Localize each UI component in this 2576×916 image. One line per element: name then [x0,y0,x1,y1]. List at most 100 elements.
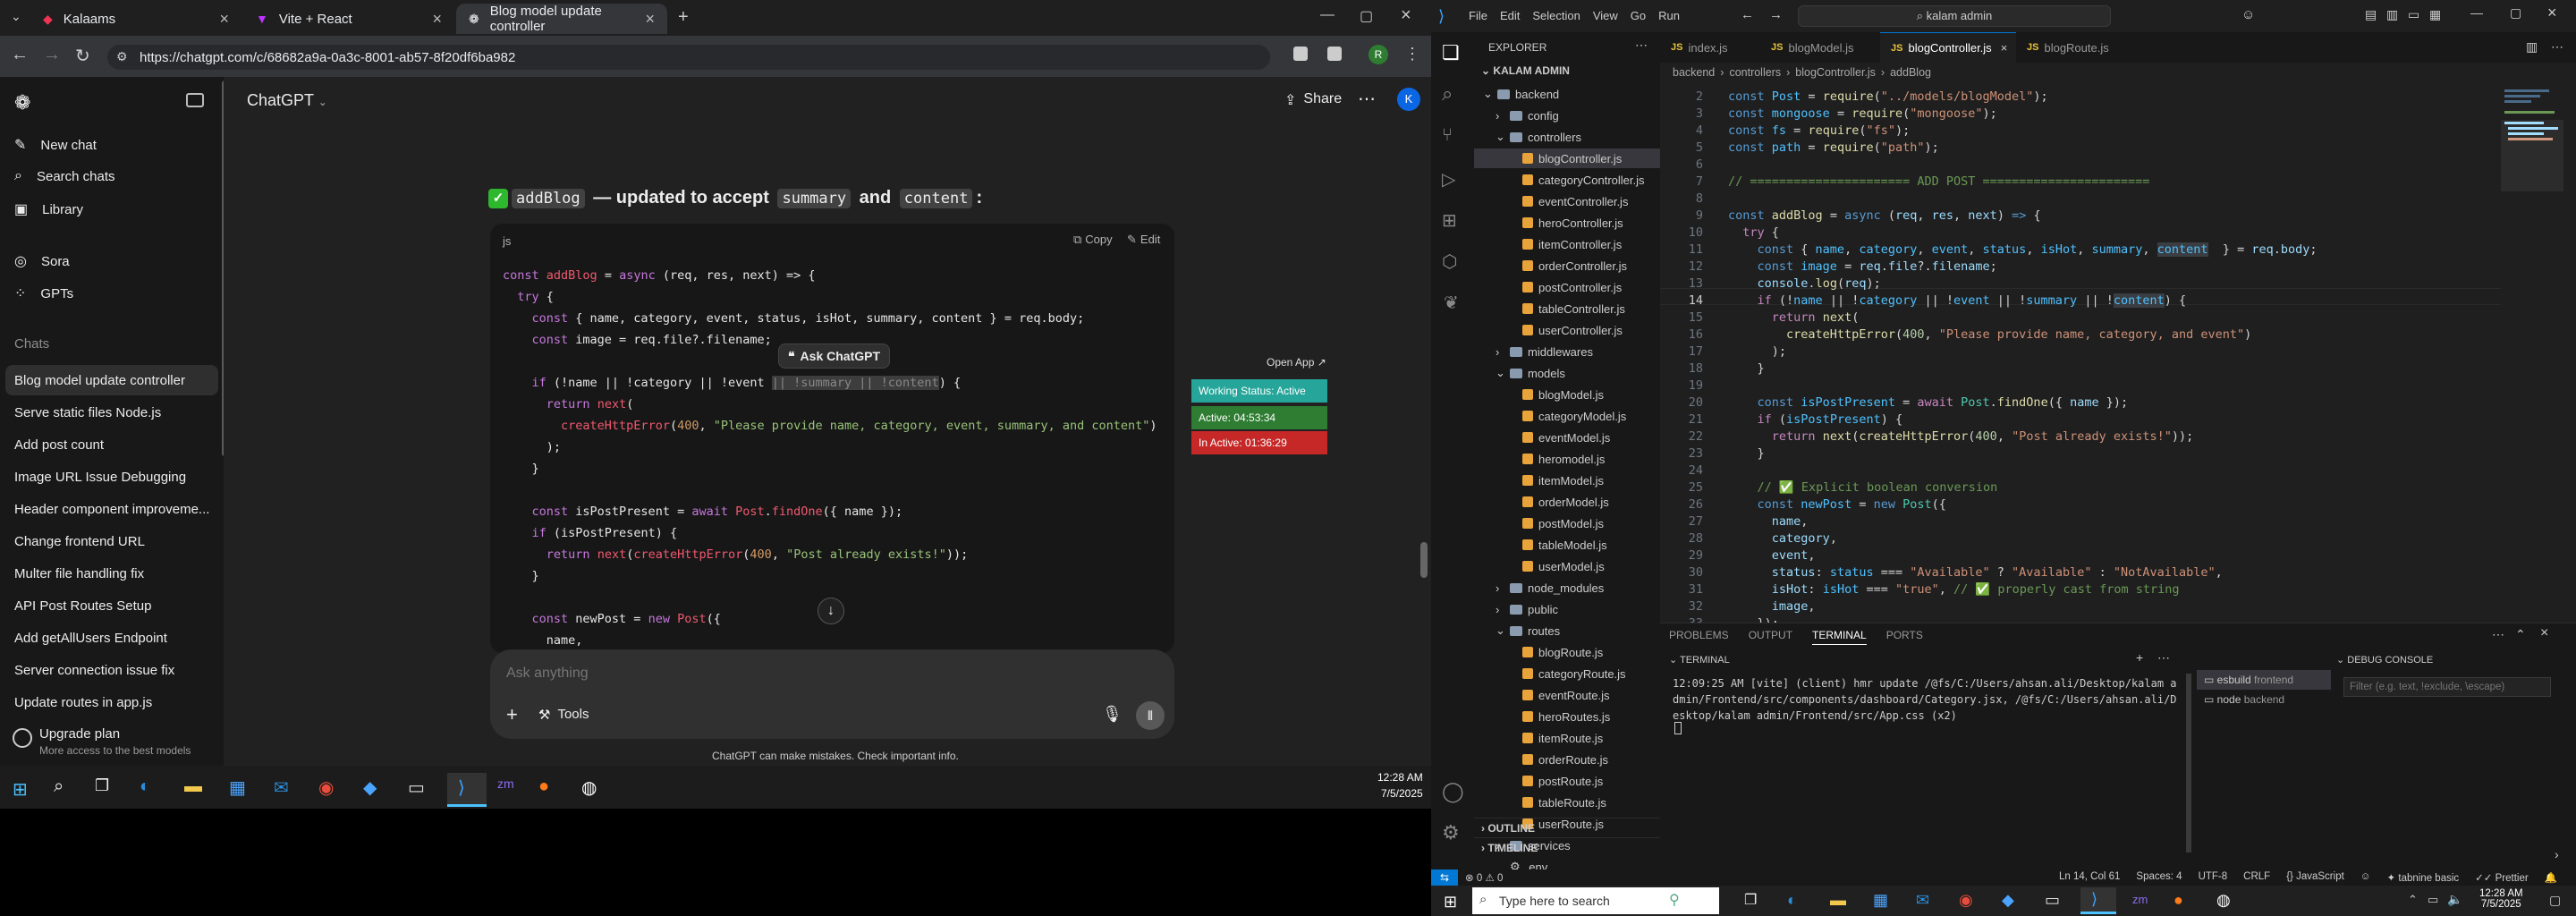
chat-history-item[interactable]: Image URL Issue Debugging [0,462,215,492]
file-tree-item[interactable]: heroRoutes.js [1474,707,1660,726]
new-terminal-icon[interactable]: + [2136,650,2143,665]
reload-icon[interactable]: ↻ [75,45,90,67]
tab-search-icon[interactable]: ⌄ [11,9,21,24]
forward-icon[interactable]: → [1769,7,1783,22]
end-of-line[interactable]: CRLF [2243,871,2270,884]
explorer-icon[interactable]: ❏ [1442,41,1460,64]
chat-history-item[interactable]: Server connection issue fix [0,655,215,685]
panel-tab[interactable]: OUTPUT [1749,629,1792,645]
file-tree-item[interactable]: › middlewares [1474,342,1660,361]
task-view-icon[interactable]: ❐ [95,776,109,795]
new-chat-button[interactable]: ✎ New chat [14,136,97,154]
close-panel-icon[interactable]: × [2540,625,2548,641]
back-icon[interactable]: ← [1741,7,1754,22]
file-tree-item[interactable]: userController.js [1474,320,1660,340]
chat-history-item[interactable]: Blog model update controller [5,365,218,395]
more-actions-icon[interactable]: ⋯ [2492,627,2504,642]
problems-indicator[interactable]: ⊗ 0 ⚠ 0 [1465,871,1503,884]
file-tree-item[interactable]: eventRoute.js [1474,685,1660,705]
tools-button[interactable]: ⚒ Tools [538,707,589,723]
file-tree-item[interactable]: orderController.js [1474,256,1660,276]
more-actions-icon[interactable]: ⋯ [2157,650,2170,666]
file-tree-item[interactable]: ⌄ controllers [1474,127,1660,147]
site-info-icon[interactable]: ⚙ [116,49,128,64]
edit-button[interactable]: ✎ Edit [1127,233,1160,247]
gpts-button[interactable]: ⁘ GPTs [14,284,73,302]
microphone-icon[interactable]: 🎙 [1102,705,1123,724]
file-tree-item[interactable]: ⌄ backend [1474,84,1660,104]
url-bar[interactable]: ⚙ https://chatgpt.com/c/68682a9a-0a3c-80… [107,45,1270,70]
openai-logo-icon[interactable]: ❁ [14,91,30,114]
file-tree-item[interactable]: itemModel.js [1474,471,1660,490]
copilot-icon[interactable]: ☺ [2241,7,2255,22]
search-icon[interactable]: ⌕ [54,776,64,797]
windows-start-icon[interactable]: ⊞ [13,778,28,801]
upgrade-plan-button[interactable]: Upgrade plan [39,726,120,742]
mail-icon[interactable]: ✉ [274,776,289,799]
extension-icon[interactable] [1293,47,1308,61]
mail-icon[interactable]: ✉ [1916,891,1929,910]
new-tab-button[interactable]: + [678,7,689,28]
cursor-position[interactable]: Ln 14, Col 61 [2059,871,2120,884]
postman-icon[interactable]: ● [2174,891,2183,910]
close-icon[interactable]: × [219,10,229,29]
maximize-panel-icon[interactable]: ⌃ [2515,627,2526,642]
maximize-button[interactable]: ▢ [1360,7,1373,25]
editor-tab[interactable]: JS blogController.js × [1880,32,2016,63]
file-tree-item[interactable]: postModel.js [1474,513,1660,533]
file-tree-item[interactable]: › public [1474,599,1660,619]
toggle-sidebar-icon[interactable]: ▥ [2386,7,2398,22]
close-icon[interactable]: × [645,10,655,29]
menu-item[interactable]: Selection [1532,9,1580,22]
terminal-instance-esbuild[interactable]: ▭ esbuild frontend [2197,670,2331,690]
file-tree-item[interactable]: itemRoute.js [1474,728,1660,748]
scroll-down-button[interactable]: ↓ [818,598,844,624]
close-window-button[interactable]: × [1401,5,1411,26]
chat-history-item[interactable]: Add post count [0,429,215,460]
profile-avatar[interactable]: R [1368,45,1388,64]
tabnine-status[interactable]: ✦ tabnine basic [2387,871,2460,884]
clock[interactable]: 12:28 AM 7/5/2025 [1377,771,1423,800]
mongodb-icon[interactable]: ❦ [1444,292,1459,314]
vscode-taskbar-button[interactable]: ⟩ [2080,887,2116,914]
tab-kalaams[interactable]: ◆ Kalaams × [30,4,242,34]
indentation[interactable]: Spaces: 4 [2136,871,2182,884]
store-icon[interactable]: ▦ [229,776,246,799]
workspace-root[interactable]: ⌄ KALAM ADMIN [1481,64,1570,77]
file-tree-item[interactable]: ⌄ models [1474,363,1660,383]
file-tree-item[interactable]: › config [1474,106,1660,125]
user-avatar[interactable]: K [1397,88,1420,111]
copilot-status-icon[interactable]: ☺ [2360,871,2371,884]
remote-indicator[interactable]: ⇆ [1431,869,1458,886]
file-tree-item[interactable]: categoryController.js [1474,170,1660,190]
file-tree-item[interactable]: blogController.js [1474,148,1660,168]
debug-console-section[interactable]: ⌄ DEBUG CONSOLE [2336,654,2433,666]
outline-section[interactable]: › OUTLINE [1474,818,1660,837]
terminal-scrollbar[interactable] [2186,674,2191,852]
split-editor-icon[interactable]: ▥ [2526,39,2538,55]
panel-tab[interactable]: PROBLEMS [1669,629,1729,645]
file-tree-item[interactable]: tableModel.js [1474,535,1660,555]
file-explorer-icon[interactable]: ▬ [184,776,202,797]
chrome-icon[interactable]: ◉ [1959,891,1973,910]
task-view-icon[interactable]: ❐ [1744,891,1757,909]
open-app-link[interactable]: Open App ↗ [1267,356,1326,369]
file-tree-item[interactable]: eventController.js [1474,191,1660,211]
code-editor[interactable]: 2 const Post = require("../models/blogMod… [1660,84,2501,623]
extensions-icon[interactable]: ⊞ [1442,209,1457,232]
terminal-icon[interactable]: ▭ [408,776,425,799]
file-tree-item[interactable]: itemController.js [1474,234,1660,254]
breadcrumb-item[interactable]: controllers [1729,66,1781,79]
notification-center-icon[interactable]: ▢ [2549,893,2561,908]
panel-tab[interactable]: PORTS [1886,629,1923,645]
minimap[interactable] [2501,84,2563,263]
terminal-icon[interactable]: ▭ [2045,891,2060,910]
app-icon[interactable]: ◍ [2216,891,2231,910]
windows-start-icon[interactable]: ⊞ [1444,893,1457,912]
breadcrumb-item[interactable]: addBlog [1890,66,1931,79]
minimize-button[interactable]: — [1320,7,1335,23]
extensions-icon[interactable] [1327,47,1342,61]
settings-gear-icon[interactable]: ⚙ [1442,821,1460,844]
file-tree-item[interactable]: › node_modules [1474,578,1660,598]
chat-history-item[interactable]: Change frontend URL [0,526,215,556]
